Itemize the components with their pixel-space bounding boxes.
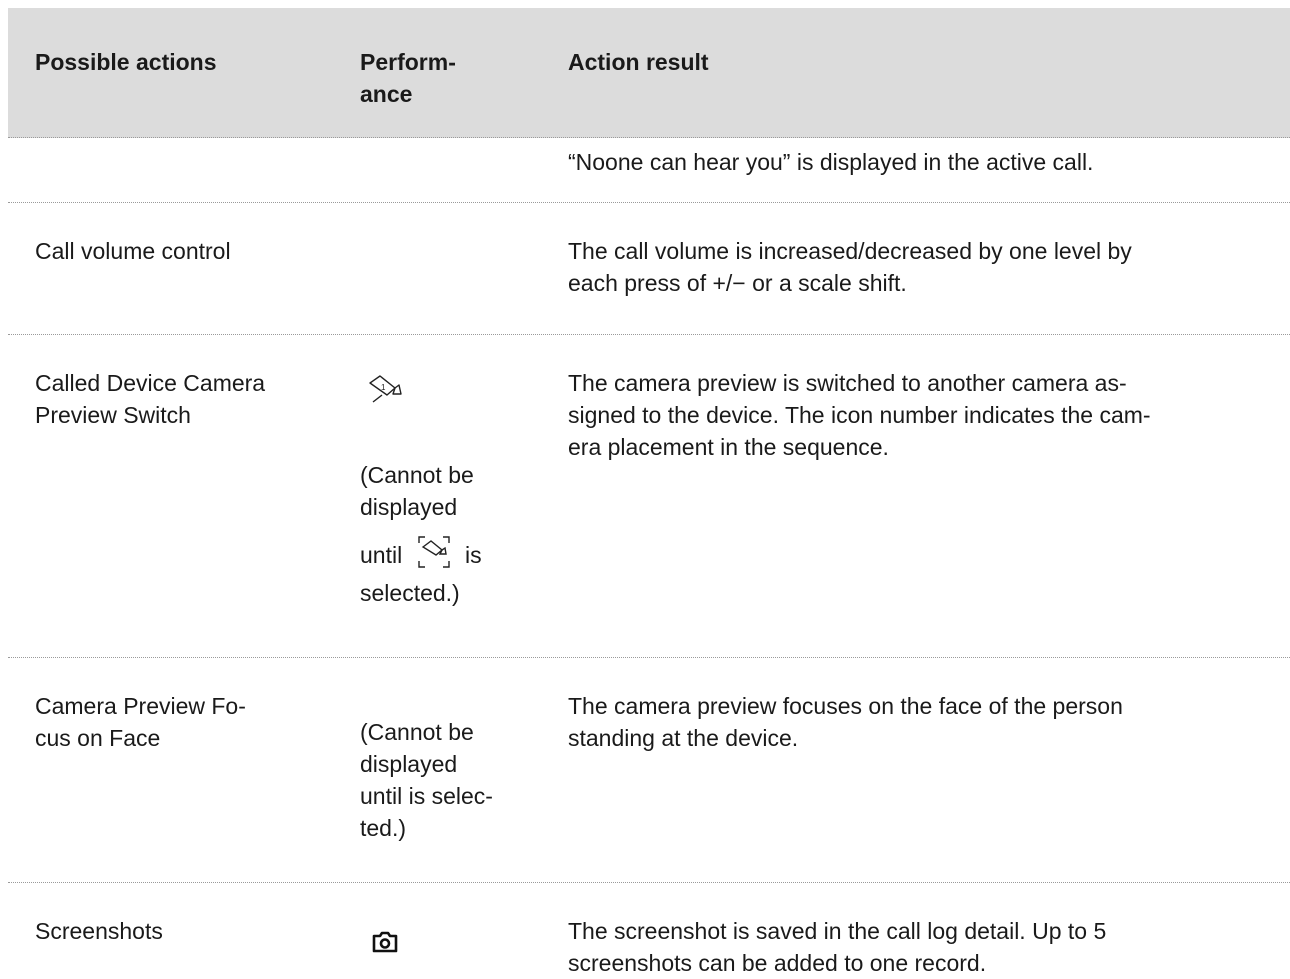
- row4-note-line3: until is selec-: [360, 783, 493, 809]
- document-page: Possible actions Perform- ance Action re…: [0, 0, 1290, 979]
- row3-performance-note: (Cannot be displayed until is selected.): [360, 459, 530, 609]
- row4-action-line1: Camera Preview Fo-: [35, 693, 246, 719]
- row3-result: The camera preview is switched to anothe…: [568, 367, 1268, 463]
- svg-text:1: 1: [381, 383, 386, 392]
- row4-result-line2: standing at the device.: [568, 725, 799, 751]
- camera-focus-icon: [415, 535, 453, 577]
- row4-action: Camera Preview Fo- cus on Face: [35, 690, 325, 754]
- row5-result: The screenshot is saved in the call log …: [568, 915, 1268, 979]
- row2-result: The call volume is increased/decreased b…: [568, 235, 1268, 299]
- header-performance-line1: Perform-: [360, 49, 456, 75]
- row3-note-until: until: [360, 542, 403, 568]
- row4-result: The camera preview focuses on the face o…: [568, 690, 1268, 754]
- row4-performance-note: (Cannot be displayed until is selec- ted…: [360, 716, 530, 844]
- table-row: “Noone can hear you” is displayed in the…: [8, 138, 1290, 203]
- row1-result: “Noone can hear you” is displayed in the…: [568, 149, 1094, 175]
- row5-result-line2: screenshots can be added to one record.: [568, 950, 987, 976]
- row4-note-line4: ted.): [360, 815, 407, 841]
- table-header: Possible actions Perform- ance Action re…: [8, 8, 1290, 138]
- camera-snapshot-icon: [372, 931, 398, 953]
- row3-action-line2: Preview Switch: [35, 402, 191, 428]
- row3-action-line1: Called Device Camera: [35, 370, 266, 396]
- row3-result-line1: The camera preview is switched to anothe…: [568, 370, 1127, 396]
- row4-action-line2: cus on Face: [35, 725, 161, 751]
- row3-note-line1: (Cannot be: [360, 462, 474, 488]
- header-possible-actions: Possible actions: [35, 49, 217, 75]
- row3-result-line2: signed to the device. The icon number in…: [568, 402, 1151, 428]
- row2-result-line2: each press of +/− or a scale shift.: [568, 270, 907, 296]
- header-action-result: Action result: [568, 49, 709, 75]
- table-row: Camera Preview Fo- cus on Face (Cannot b…: [8, 658, 1290, 883]
- row4-result-line1: The camera preview focuses on the face o…: [568, 693, 1123, 719]
- table-row: Call volume control The call volume is i…: [8, 203, 1290, 335]
- table-row: Called Device Camera Preview Switch 1 (C…: [8, 335, 1290, 658]
- row3-note-line4: selected.): [360, 580, 460, 606]
- header-performance-line2: ance: [360, 81, 413, 107]
- row4-note-line1: (Cannot be: [360, 719, 474, 745]
- row5-action: Screenshots: [35, 918, 163, 944]
- row3-note-line3: until is: [360, 535, 530, 577]
- row2-action: Call volume control: [35, 238, 231, 264]
- row3-result-line3: era placement in the sequence.: [568, 434, 889, 460]
- camera-switch-icon: 1: [368, 375, 404, 405]
- row2-result-line1: The call volume is increased/decreased b…: [568, 238, 1132, 264]
- table-row: Screenshots The screenshot is saved in t…: [8, 883, 1290, 979]
- row3-action: Called Device Camera Preview Switch: [35, 367, 325, 431]
- row3-note-is: is: [464, 542, 482, 568]
- header-performance: Perform- ance: [360, 46, 530, 110]
- row4-note-line2: displayed: [360, 751, 458, 777]
- row5-result-line1: The screenshot is saved in the call log …: [568, 918, 1107, 944]
- row3-note-line2: displayed: [360, 494, 458, 520]
